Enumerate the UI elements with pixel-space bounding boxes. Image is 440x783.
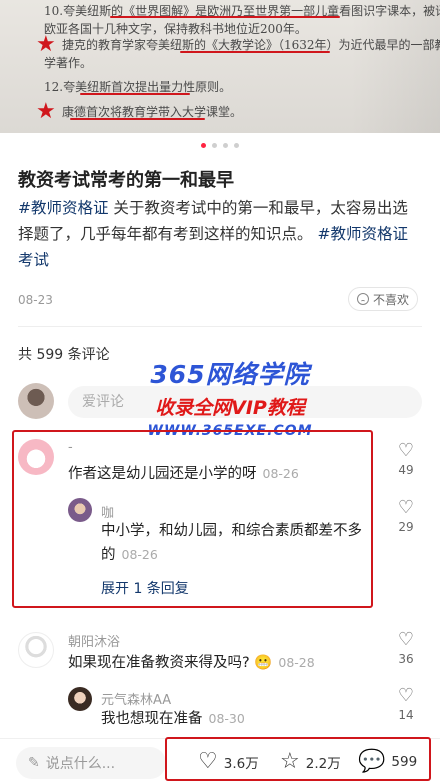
grimace-emoji-icon: 😬 — [254, 655, 273, 671]
comment-author[interactable]: - — [68, 440, 73, 455]
comment-date: 08-28 — [278, 655, 315, 670]
post-title: 教资考试常考的第一和最早 — [18, 170, 234, 191]
comment-count: 599 — [391, 754, 418, 770]
comment-body: 如果现在准备教资来得及吗? — [68, 655, 250, 671]
like-count: 14 — [398, 708, 414, 722]
my-avatar — [18, 383, 54, 419]
reply-date: 08-30 — [208, 711, 245, 726]
pencil-icon: ✎ — [28, 755, 40, 771]
comment-body: 作者这是幼儿园还是小学的呀 — [68, 466, 257, 482]
reply-text: 我也想现在准备 08-30 — [101, 707, 245, 731]
like-count: 29 — [398, 520, 414, 534]
image-text-line: 欧亚各国十几种文字，保持教科书地位近200年。 — [44, 22, 307, 36]
dislike-label: 不喜欢 — [372, 292, 409, 307]
image-shade — [350, 0, 440, 133]
reply-like-button[interactable]: ♡ 14 — [392, 685, 420, 723]
post-description: #教师资格证 关于教资考试中的第一和最早，太容易出选择题了，几乎每年都有考到这样… — [18, 195, 422, 273]
say-placeholder: 说点什么... — [45, 756, 116, 772]
carousel-dot[interactable] — [212, 143, 217, 148]
comment-text: 如果现在准备教资来得及吗? 😬 08-28 — [68, 651, 315, 675]
expand-replies-link[interactable]: 展开 1 条回复 — [101, 578, 189, 598]
reply-body: 我也想现在准备 — [101, 711, 203, 727]
avatar[interactable] — [68, 687, 92, 711]
hashtag-link[interactable]: #教师资格证 — [18, 199, 109, 217]
star-annotation-icon: ★ — [36, 99, 56, 124]
like-button[interactable]: ♡ 3.6万 — [198, 750, 259, 774]
post-date: 08-23 — [18, 293, 53, 307]
reply-body: 中小学，和幼儿园，和综合素质都差不多 — [101, 523, 362, 539]
watermark-line: 365网络学院 — [150, 360, 310, 389]
watermark: 365网络学院 收录全网VIP教程 WWW.365EXE.COM — [100, 355, 360, 439]
comment-button[interactable]: 💬 599 — [358, 750, 417, 774]
comment-count: 共 599 条评论 — [18, 347, 110, 363]
reply-date: 08-26 — [121, 547, 158, 562]
comment-like-button[interactable]: ♡ 49 — [392, 440, 420, 478]
frown-face-icon — [356, 293, 369, 305]
watermark-line: 收录全网VIP教程 — [155, 397, 305, 419]
heart-icon: ♡ — [397, 440, 415, 461]
heart-icon: ♡ — [198, 749, 218, 774]
heart-icon: ♡ — [397, 497, 415, 518]
underline-annotation — [110, 16, 340, 18]
star-icon: ☆ — [280, 749, 300, 774]
dislike-button[interactable]: 不喜欢 — [347, 287, 418, 311]
star-annotation-icon: ★ — [36, 32, 56, 57]
reply-author[interactable]: 元气森林AA — [101, 689, 171, 708]
bottom-action-bar: ✎ 说点什么... ♡ 3.6万 ☆ 2.2万 💬 599 — [0, 737, 440, 783]
underline-annotation — [180, 51, 330, 53]
comment-author[interactable]: 朝阳沐浴 — [68, 631, 120, 650]
like-count: 3.6万 — [223, 756, 259, 772]
divider — [18, 326, 422, 327]
avatar[interactable] — [18, 632, 54, 668]
avatar[interactable] — [68, 498, 92, 522]
avatar[interactable] — [18, 439, 54, 475]
carousel-dot[interactable] — [223, 143, 228, 148]
reply-like-button[interactable]: ♡ 29 — [392, 497, 420, 535]
collect-button[interactable]: ☆ 2.2万 — [280, 750, 341, 774]
chat-bubble-icon: 💬 — [358, 749, 386, 774]
like-count: 36 — [398, 652, 414, 666]
comment-text: 作者这是幼儿园还是小学的呀 08-26 — [68, 462, 299, 486]
say-something-input[interactable]: ✎ 说点什么... — [16, 747, 166, 779]
reply-text: 中小学，和幼儿园，和综合素质都差不多 的 08-26 — [101, 519, 381, 567]
carousel-indicator — [0, 143, 440, 148]
underline-annotation — [80, 93, 190, 95]
underline-annotation — [70, 118, 205, 120]
collect-count: 2.2万 — [305, 756, 341, 772]
comment-date: 08-26 — [262, 466, 299, 481]
comment-like-button[interactable]: ♡ 36 — [392, 629, 420, 667]
carousel-dot[interactable] — [234, 143, 239, 148]
like-count: 49 — [398, 463, 414, 477]
heart-icon: ♡ — [397, 629, 415, 650]
reply-body: 的 — [101, 547, 116, 563]
post-image[interactable]: 10.夸美纽斯的《世界图解》是欧洲乃至世界第一部儿童看图识字课本，被译成 欧亚各… — [0, 0, 440, 133]
heart-icon: ♡ — [397, 685, 415, 706]
carousel-dot[interactable] — [201, 143, 206, 148]
